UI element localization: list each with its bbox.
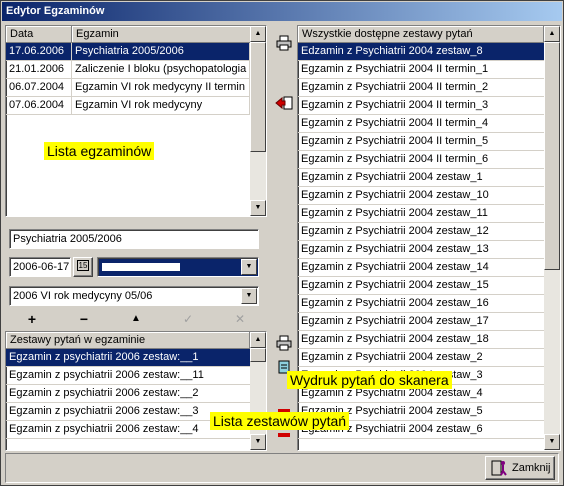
remove-set-button[interactable]: − <box>73 310 95 330</box>
scroll-up-icon[interactable]: ▲ <box>544 26 560 42</box>
list-item[interactable]: Egzamin z Psychiatrii 2004 II termin_4 <box>298 115 544 133</box>
print-exams-button[interactable] <box>274 33 294 53</box>
list-item[interactable]: Egzamin z psychiatrii 2006 zestaw:__2 <box>6 385 250 403</box>
all-sets-header[interactable]: Wszystkie dostępne zestawy pytań <box>298 26 544 43</box>
exam-sets-list[interactable]: Zestawy pytań w egzaminie Egzamin z psyc… <box>5 331 267 451</box>
close-icon: ✕ <box>234 312 246 326</box>
list-item[interactable]: Egzamin z Psychiatrii 2004 zestaw_18 <box>298 331 544 349</box>
list-item[interactable]: Egzamin z Psychiatrii 2004 zestaw_12 <box>298 223 544 241</box>
list-item[interactable]: 17.06.2006 Psychiatria 2005/2006 <box>6 43 250 61</box>
status-bar <box>5 453 559 483</box>
printer-icon <box>276 335 292 351</box>
list-item[interactable]: Egzamin z Psychiatrii 2004 zestaw_10 <box>298 187 544 205</box>
time-combo-value <box>102 263 180 271</box>
list-item[interactable]: Egzamin z Psychiatrii 2004 zestaw_17 <box>298 313 544 331</box>
exam-name-cell: Zaliczenie I bloku (psychopatologia o <box>72 61 250 78</box>
exam-name-cell: Egzamin VI rok medycyny II termin <box>72 79 250 96</box>
close-button[interactable]: Zamknij <box>485 456 555 480</box>
exam-name-cell: Egzamin VI rok medycyny <box>72 97 250 114</box>
scroll-up-icon[interactable]: ▲ <box>250 26 266 42</box>
add-set-button[interactable]: + <box>21 310 43 330</box>
scroll-thumb[interactable] <box>250 348 266 362</box>
add-to-exam-button[interactable] <box>274 93 294 113</box>
exams-col-name[interactable]: Egzamin <box>72 26 252 43</box>
exam-date-input[interactable]: 2006-06-17 <box>9 257 71 277</box>
list-item[interactable]: Egzamin z Psychiatrii 2004 zestaw_16 <box>298 295 544 313</box>
exam-date-cell: 21.01.2006 <box>6 61 72 78</box>
list-item[interactable]: Egzamin z Psychiatrii 2004 zestaw_15 <box>298 277 544 295</box>
scroll-thumb[interactable] <box>250 42 266 152</box>
list-item[interactable]: Egzamin z Psychiatrii 2004 II termin_5 <box>298 133 544 151</box>
exam-name-cell: Psychiatria 2005/2006 <box>72 43 250 60</box>
list-item[interactable]: 07.06.2004 Egzamin VI rok medycyny <box>6 97 250 115</box>
exams-col-date[interactable]: Data <box>6 26 72 43</box>
exit-door-icon <box>491 460 507 476</box>
list-item[interactable]: Egzamin z Psychiatrii 2004 zestaw_11 <box>298 205 544 223</box>
list-item[interactable]: Egzamin z Psychiatrii 2004 II termin_3 <box>298 97 544 115</box>
list-item[interactable]: 21.01.2006 Zaliczenie I bloku (psychopato… <box>6 61 250 79</box>
exam-date-cell: 07.06.2004 <box>6 97 72 114</box>
list-item[interactable]: Egzamin z Psychiatrii 2004 II termin_6 <box>298 151 544 169</box>
print-sets-button[interactable] <box>274 333 294 353</box>
group-select[interactable]: 2006 VI rok medycyny 05/06 ▼ <box>9 286 259 306</box>
exams-scrollbar[interactable]: ▲ ▼ <box>250 26 266 216</box>
plus-icon: + <box>27 311 37 327</box>
list-item[interactable]: 06.07.2004 Egzamin VI rok medycyny II ter… <box>6 79 250 97</box>
all-sets-scrollbar[interactable]: ▲ ▼ <box>544 26 560 450</box>
scroll-thumb[interactable] <box>544 42 560 270</box>
list-item[interactable]: Egzamin z psychiatrii 2006 zestaw:__11 <box>6 367 250 385</box>
group-select-value: 2006 VI rok medycyny 05/06 <box>13 290 153 302</box>
exams-list[interactable]: Data Egzamin 17.06.2006 Psychiatria 2005/… <box>5 25 267 217</box>
exams-list-annotation: Lista egzaminów <box>44 142 155 160</box>
confirm-button[interactable]: ✓ <box>177 310 199 330</box>
sets-list-annotation: Lista zestawów pytań <box>210 412 350 430</box>
printer-icon <box>276 35 292 51</box>
calendar-icon: 15 <box>76 260 90 271</box>
list-item[interactable]: Egzamin z Psychiatrii 2004 II termin_1 <box>298 61 544 79</box>
exam-date-cell: 17.06.2006 <box>6 43 72 60</box>
list-item[interactable]: Edzamin z Psychiatrii 2004 zestaw_8 <box>298 43 544 61</box>
list-item[interactable]: Egzamin z Psychiatrii 2004 zestaw_13 <box>298 241 544 259</box>
print-annotation: Wydruk pytań do skanera <box>287 371 452 389</box>
list-item[interactable]: Egzamin z Psychiatrii 2004 zestaw_1 <box>298 169 544 187</box>
scroll-up-icon[interactable]: ▲ <box>250 332 266 348</box>
arrow-icon <box>278 433 290 437</box>
scroll-down-icon[interactable]: ▼ <box>250 200 266 216</box>
list-item[interactable]: Egzamin z Psychiatrii 2004 II termin_2 <box>298 79 544 97</box>
chevron-down-icon[interactable]: ▼ <box>241 259 257 275</box>
exam-editor-window: Edytor Egzaminów Data Egzamin 17.06.2006… <box>0 0 564 486</box>
minus-icon: − <box>79 311 89 327</box>
chevron-down-icon[interactable]: ▼ <box>241 288 257 304</box>
scroll-down-icon[interactable]: ▼ <box>544 434 560 450</box>
check-icon: ✓ <box>182 312 194 326</box>
scroll-down-icon[interactable]: ▼ <box>250 434 266 450</box>
list-item[interactable]: Egzamin z psychiatrii 2006 zestaw:__1 <box>6 349 250 367</box>
arrow-up-icon: ▲ <box>131 313 141 324</box>
list-item[interactable]: Egzamin z Psychiatrii 2004 zestaw_14 <box>298 259 544 277</box>
move-up-button[interactable]: ▲ <box>125 310 147 330</box>
exam-date-cell: 06.07.2004 <box>6 79 72 96</box>
cancel-edit-button[interactable]: ✕ <box>229 310 251 330</box>
list-item[interactable]: Egzamin z Psychiatrii 2004 zestaw_2 <box>298 349 544 367</box>
calendar-button[interactable]: 15 <box>73 257 93 277</box>
exam-sets-scrollbar[interactable]: ▲ ▼ <box>250 332 266 450</box>
arrow-left-doc-icon <box>275 96 293 110</box>
window-title: Edytor Egzaminów <box>2 2 562 21</box>
exam-name-input[interactable]: Psychiatria 2005/2006 <box>9 229 259 249</box>
time-combo[interactable]: ▼ <box>97 257 259 277</box>
exam-sets-header[interactable]: Zestawy pytań w egzaminie <box>6 332 250 349</box>
close-button-label: Zamknij <box>512 462 551 474</box>
